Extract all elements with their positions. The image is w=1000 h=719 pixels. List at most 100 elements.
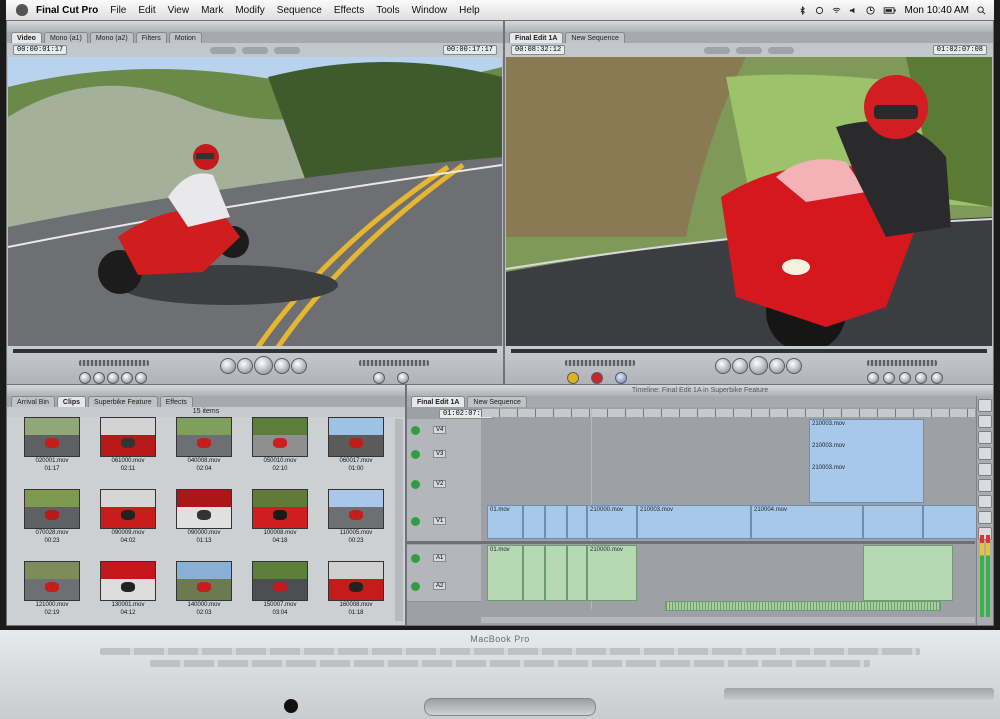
viewer-scrubber-bar[interactable] xyxy=(13,349,497,353)
browser-clip-item[interactable]: 160008.mov 01:18 xyxy=(325,561,387,626)
track-select-tool-icon[interactable] xyxy=(978,431,992,444)
viewer-duration-timecode[interactable]: 00:00:01:17 xyxy=(13,45,68,55)
timeline-clip-v1[interactable]: 210004.mov xyxy=(751,505,863,539)
timeline-horizontal-scrollbar[interactable] xyxy=(481,617,975,623)
canvas-replace-edit-button[interactable] xyxy=(615,372,627,384)
tab-superbike-feature[interactable]: Superbike Feature xyxy=(88,396,158,407)
roll-tool-icon[interactable] xyxy=(978,447,992,460)
tab-video[interactable]: Video xyxy=(11,32,42,43)
track-visibility-icon[interactable] xyxy=(411,426,420,435)
edit-selection-tool-icon[interactable] xyxy=(978,415,992,428)
clip-thumbnail[interactable] xyxy=(24,417,80,457)
viewer-jog-control[interactable] xyxy=(359,360,429,366)
tab-clips[interactable]: Clips xyxy=(56,396,87,407)
tab-timeline-final-edit-1a[interactable]: Final Edit 1A xyxy=(411,396,466,407)
menu-window[interactable]: Window xyxy=(412,5,448,16)
tab-effects[interactable]: Effects xyxy=(159,396,193,407)
timeline-clip-v1[interactable] xyxy=(545,505,567,539)
canvas-play-in-out-button[interactable] xyxy=(715,358,731,374)
timeline-audio-clip[interactable] xyxy=(545,545,567,601)
clip-thumbnail[interactable] xyxy=(328,489,384,529)
time-machine-icon[interactable] xyxy=(865,5,875,15)
clip-thumbnail[interactable] xyxy=(100,489,156,529)
timeline-audio-clip[interactable]: 210000.mov xyxy=(587,545,637,601)
canvas-video-frame[interactable] xyxy=(506,57,992,347)
razor-tool-icon[interactable] xyxy=(978,479,992,492)
browser-clip-item[interactable]: 121000.mov 02:19 xyxy=(21,561,83,626)
timeline-audio-waveform[interactable] xyxy=(665,601,941,611)
browser-clip-item[interactable]: 050010.mov 02:10 xyxy=(249,417,311,485)
menu-edit[interactable]: Edit xyxy=(138,5,155,16)
clip-thumbnail[interactable] xyxy=(100,417,156,457)
canvas-mark-in-button[interactable] xyxy=(867,372,879,384)
sync-icon[interactable] xyxy=(815,6,824,15)
browser-clip-item[interactable]: 130001.mov 04:12 xyxy=(97,561,159,626)
bluetooth-icon[interactable] xyxy=(798,5,807,15)
menu-mark[interactable]: Mark xyxy=(201,5,223,16)
browser-clip-item[interactable]: 061000.mov 02:11 xyxy=(97,417,159,485)
viewer-video-frame[interactable] xyxy=(8,57,502,347)
clip-thumbnail[interactable] xyxy=(328,417,384,457)
spotlight-icon[interactable] xyxy=(977,5,986,15)
canvas-current-timecode[interactable]: 01:02:07:08 xyxy=(932,45,987,55)
timeline-audio-clip[interactable] xyxy=(523,545,545,601)
browser-clip-item[interactable]: 090009.mov 04:02 xyxy=(97,489,159,557)
volume-icon[interactable] xyxy=(849,6,858,15)
track-name-a1[interactable]: A1 xyxy=(433,554,447,562)
crop-tool-icon[interactable] xyxy=(978,511,992,524)
timeline-clip-v1[interactable]: 01.mov xyxy=(487,505,523,539)
viewer-mark-out-button[interactable] xyxy=(135,372,147,384)
tab-mono-a2[interactable]: Mono (a2) xyxy=(89,32,134,43)
clip-thumbnail[interactable] xyxy=(176,489,232,529)
track-audio-icon[interactable] xyxy=(411,554,420,563)
timeline-clip-v1[interactable] xyxy=(567,505,587,539)
menu-view[interactable]: View xyxy=(168,5,190,16)
clip-thumbnail[interactable] xyxy=(176,561,232,601)
browser-clip-item[interactable]: 060017.mov 01:00 xyxy=(325,417,387,485)
canvas-jog-control[interactable] xyxy=(565,360,635,366)
canvas-duration-timecode[interactable]: 00:08:32:12 xyxy=(511,45,566,55)
slip-tool-icon[interactable] xyxy=(978,463,992,476)
timeline-clip-v1[interactable] xyxy=(923,505,977,539)
clip-thumbnail[interactable] xyxy=(252,489,308,529)
track-name-v3[interactable]: V3 xyxy=(433,450,447,458)
viewer-current-timecode[interactable]: 00:00:17:17 xyxy=(442,45,497,55)
clip-thumbnail[interactable] xyxy=(252,417,308,457)
clip-thumbnail[interactable] xyxy=(328,561,384,601)
timeline-audio-clip[interactable] xyxy=(863,545,953,601)
menu-modify[interactable]: Modify xyxy=(235,5,264,16)
browser-clip-item[interactable]: 020001.mov 01:17 xyxy=(21,417,83,485)
viewer-play-in-out-button[interactable] xyxy=(220,358,236,374)
browser-clip-item[interactable]: 090000.mov 01:13 xyxy=(173,489,235,557)
track-name-a2[interactable]: A2 xyxy=(433,582,447,590)
browser-clip-item[interactable]: 150007.mov 03:04 xyxy=(249,561,311,626)
tab-arrival-bin[interactable]: Arrival Bin xyxy=(11,396,55,407)
menu-sequence[interactable]: Sequence xyxy=(277,5,322,16)
browser-clip-item[interactable]: 140000.mov 02:03 xyxy=(173,561,235,626)
viewer-overwrite-edit-button[interactable] xyxy=(93,372,105,384)
viewer-play-around-button[interactable] xyxy=(291,358,307,374)
track-visibility-icon[interactable] xyxy=(411,480,420,489)
canvas-overwrite-edit-button[interactable] xyxy=(591,372,603,384)
app-menu[interactable]: Final Cut Pro xyxy=(36,5,98,16)
canvas-next-edit-button[interactable] xyxy=(769,358,785,374)
canvas-add-marker-button[interactable] xyxy=(915,372,927,384)
browser-clip-item[interactable]: 070028.mov 00:23 xyxy=(21,489,83,557)
viewer-insert-edit-button[interactable] xyxy=(79,372,91,384)
viewer-mark-in-button[interactable] xyxy=(121,372,133,384)
tab-mono-a1[interactable]: Mono (a1) xyxy=(43,32,88,43)
track-visibility-icon[interactable] xyxy=(411,450,420,459)
viewer-next-edit-button[interactable] xyxy=(274,358,290,374)
track-name-v1[interactable]: V1 xyxy=(433,517,447,525)
clip-thumbnail[interactable] xyxy=(100,561,156,601)
clip-thumbnail[interactable] xyxy=(24,561,80,601)
tab-timeline-new-sequence[interactable]: New Sequence xyxy=(467,396,527,407)
tab-motion[interactable]: Motion xyxy=(168,32,202,43)
browser-scrollbar[interactable] xyxy=(395,419,403,621)
canvas-scrubber-bar[interactable] xyxy=(511,349,987,353)
viewer-add-marker-button[interactable] xyxy=(373,372,385,384)
canvas-play-button[interactable] xyxy=(749,356,768,375)
timeline-audio-clip[interactable]: 01.mov xyxy=(487,545,523,601)
timeline-clip-v4-v3-v2[interactable]: 210003.mov 210003.mov 210003.mov xyxy=(809,419,924,503)
track-audio-icon[interactable] xyxy=(411,582,420,591)
